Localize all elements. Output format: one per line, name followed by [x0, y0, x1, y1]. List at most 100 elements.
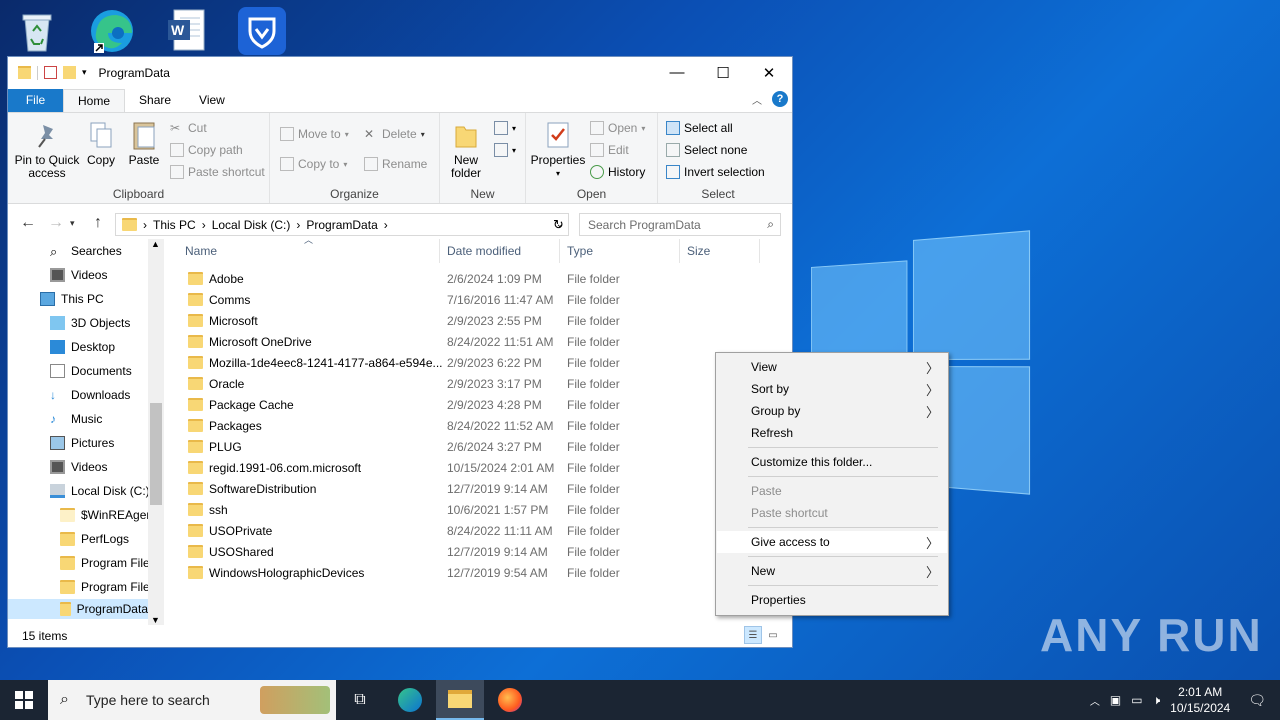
breadcrumb-this-pc[interactable]: This PC [153, 218, 196, 232]
history-button[interactable]: History [590, 165, 645, 179]
tab-file[interactable]: File [8, 89, 63, 112]
pin-quick-access-button[interactable]: Pin to Quick access [14, 119, 80, 180]
table-row[interactable]: Package Cache 2/9/2023 4:28 PM File folder [178, 394, 778, 415]
table-row[interactable]: Adobe 2/6/2024 1:09 PM File folder [178, 268, 778, 289]
edge-desktop-icon[interactable] [84, 6, 140, 56]
new-item-button[interactable]: ▾ [494, 121, 516, 135]
forward-arrow-icon[interactable]: → [48, 214, 64, 232]
taskbar-edge-button[interactable] [386, 680, 434, 720]
copy-path-button[interactable]: Copy path [170, 143, 243, 157]
scrollbar-thumb[interactable] [150, 403, 162, 505]
new-folder-button[interactable]: New folder [444, 119, 488, 180]
help-icon[interactable]: ? [772, 91, 788, 107]
nav-scrollbar[interactable]: ▲ ▼ [148, 239, 164, 625]
menu-item-new[interactable]: New 〉 [717, 560, 947, 582]
tab-share[interactable]: Share [125, 89, 185, 112]
menu-item-group-by[interactable]: Group by 〉 [717, 400, 947, 422]
menu-item-give-access[interactable]: Give access to 〉 [717, 531, 947, 553]
search-input[interactable]: Search ProgramData ⌕ [579, 213, 781, 236]
nav-item-documents[interactable]: Documents [50, 361, 132, 381]
table-row[interactable]: Comms 7/16/2016 11:47 AM File folder [178, 289, 778, 310]
nav-item-winreagent[interactable]: $WinREAgent [60, 505, 156, 525]
tab-home[interactable]: Home [63, 89, 126, 112]
menu-item-paste-shortcut[interactable]: Paste shortcut [717, 502, 947, 524]
chevron-down-icon[interactable]: ▾ [82, 67, 87, 78]
address-bar[interactable]: › This PC › Local Disk (C:) › ProgramDat… [115, 213, 569, 236]
easy-access-button[interactable]: ▾ [494, 143, 516, 157]
nav-item-this-pc[interactable]: This PC [40, 289, 104, 309]
nav-item-desktop[interactable]: Desktop [50, 337, 115, 357]
table-row[interactable]: Oracle 2/9/2023 3:17 PM File folder [178, 373, 778, 394]
nav-item-searches[interactable]: ⌕ Searches [50, 241, 122, 261]
menu-item-properties[interactable]: Properties [717, 589, 947, 611]
table-row[interactable]: Microsoft 2/9/2023 2:55 PM File folder [178, 310, 778, 331]
table-row[interactable]: PLUG 2/6/2024 3:27 PM File folder [178, 436, 778, 457]
nav-item-3d-objects[interactable]: 3D Objects [50, 313, 130, 333]
nav-item-perflogs[interactable]: PerfLogs [60, 529, 129, 549]
table-row[interactable]: USOPrivate 8/24/2022 11:11 AM File folder [178, 520, 778, 541]
copy-to-button[interactable]: Copy to ▾ [280, 157, 347, 171]
table-row[interactable]: ssh 10/6/2021 1:57 PM File folder [178, 499, 778, 520]
nav-item-program-files[interactable]: Program Files [60, 553, 156, 573]
new-folder-quick-icon[interactable] [63, 66, 76, 79]
properties-button[interactable]: Properties ▾ [530, 119, 586, 180]
word-document-icon[interactable]: W [158, 6, 214, 56]
nav-item-videos-2[interactable]: Videos [50, 457, 107, 477]
up-arrow-icon[interactable]: ↑ [94, 214, 102, 232]
invert-selection-button[interactable]: Invert selection [666, 165, 765, 179]
volume-icon[interactable]: 🕨 [1153, 693, 1161, 708]
menu-item-refresh[interactable]: Refresh [717, 422, 947, 444]
show-hidden-icons-icon[interactable]: ︿ [1090, 693, 1100, 708]
delete-button[interactable]: ✕ Delete ▾ [364, 127, 425, 141]
column-header-type[interactable]: Type [560, 239, 680, 263]
table-row[interactable]: SoftwareDistribution 12/7/2019 9:14 AM Fil… [178, 478, 778, 499]
menu-item-sort-by[interactable]: Sort by 〉 [717, 378, 947, 400]
column-header-date[interactable]: Date modified [440, 239, 560, 263]
nav-item-pictures[interactable]: Pictures [50, 433, 114, 453]
start-button[interactable] [0, 680, 48, 720]
select-all-button[interactable]: Select all [666, 121, 733, 135]
task-view-button[interactable]: ⧉ [336, 680, 384, 720]
paste-shortcut-button[interactable]: Paste shortcut [170, 165, 265, 179]
minimize-button[interactable]: — [654, 57, 700, 88]
scroll-up-icon[interactable]: ▲ [151, 239, 160, 249]
table-row[interactable]: Packages 8/24/2022 11:52 AM File folder [178, 415, 778, 436]
breadcrumb-local-disk[interactable]: Local Disk (C:) [212, 218, 291, 232]
nav-item-downloads[interactable]: ↓ Downloads [50, 385, 130, 405]
move-to-button[interactable]: Move to ▾ [280, 127, 349, 141]
properties-quick-icon[interactable] [44, 66, 57, 79]
recycle-bin-icon[interactable] [9, 6, 65, 56]
open-button[interactable]: Open ▾ [590, 121, 645, 135]
tab-view[interactable]: View [185, 89, 239, 112]
nav-item-videos[interactable]: Videos [50, 265, 107, 285]
collapse-ribbon-icon[interactable]: ︿ [752, 92, 762, 107]
taskbar-search-input[interactable]: ⌕ Type here to search [48, 680, 336, 720]
menu-item-paste[interactable]: Paste [717, 480, 947, 502]
refresh-icon[interactable]: ↻ [553, 217, 564, 233]
clock[interactable]: 2:01 AM 10/15/2024 [1170, 684, 1230, 716]
recent-locations-icon[interactable]: ▾ [70, 218, 75, 229]
breadcrumb-programdata[interactable]: ProgramData [306, 218, 377, 232]
shield-app-icon[interactable] [234, 6, 290, 56]
scroll-down-icon[interactable]: ▼ [151, 615, 160, 625]
details-view-icon[interactable]: ☰ [744, 626, 762, 644]
table-row[interactable]: Microsoft OneDrive 8/24/2022 11:51 AM File… [178, 331, 778, 352]
column-header-size[interactable]: Size [680, 239, 760, 263]
column-header-name[interactable]: Name ︿ [178, 235, 440, 263]
table-row[interactable]: regid.1991-06.com.microsoft 10/15/2024 2:… [178, 457, 778, 478]
table-row[interactable]: Mozilla-1de4eec8-1241-4177-a864-e594e...… [178, 352, 778, 373]
menu-item-customize[interactable]: Customize this folder... [717, 451, 947, 473]
nav-item-music[interactable]: ♪ Music [50, 409, 102, 429]
nav-item-programdata[interactable]: ProgramData [8, 599, 148, 619]
edit-button[interactable]: Edit [590, 143, 629, 157]
paste-button[interactable]: Paste [126, 119, 162, 167]
rename-button[interactable]: Rename [364, 157, 427, 171]
copy-button[interactable]: Copy [86, 119, 116, 167]
notification-icon[interactable]: 🗨 [1248, 692, 1266, 709]
taskbar-firefox-button[interactable] [486, 680, 534, 720]
nav-item-program-files-x86[interactable]: Program Files [60, 577, 156, 597]
menu-item-view[interactable]: View 〉 [717, 356, 947, 378]
network-icon[interactable]: ▣ [1110, 693, 1121, 707]
cut-button[interactable]: ✂ Cut [170, 121, 207, 135]
large-icons-view-icon[interactable]: ▭ [764, 626, 782, 644]
